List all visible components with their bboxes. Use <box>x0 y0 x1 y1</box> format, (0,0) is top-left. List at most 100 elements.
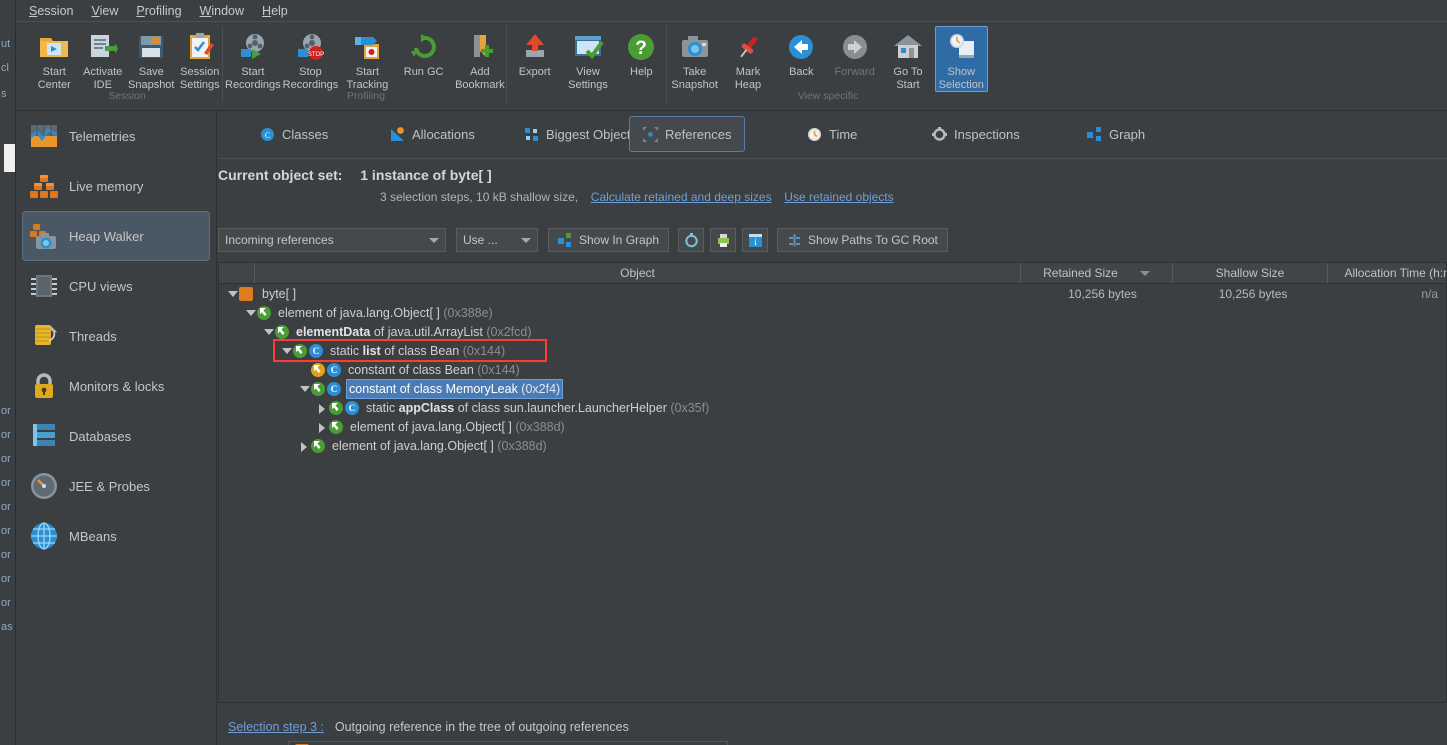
toolbar-button-activate-ide[interactable]: Activate IDE <box>79 26 128 92</box>
tree-expand-arrow-closed-icon[interactable] <box>315 401 329 415</box>
selection-step-text: Outgoing reference in the tree of outgoi… <box>334 720 629 734</box>
toolbar-button-start-tracking[interactable]: Start Tracking <box>339 26 395 92</box>
sidebar-item-mbeans[interactable]: MBeans <box>22 511 210 561</box>
tab-classes[interactable]: C Classes <box>246 116 342 152</box>
table-header-allocation-time-h-m-s[interactable]: Allocation Time (h:m:s) <box>1328 263 1447 283</box>
toolbar-button-forward[interactable]: Forward <box>828 26 881 80</box>
table-header-shallow-size[interactable]: Shallow Size <box>1173 263 1328 283</box>
table-row[interactable]: byte[ ] 10,256 bytes 10,256 bytes n/a <box>219 284 1446 303</box>
node-address: (0x144) <box>477 362 520 377</box>
tree-expand-arrow-open-icon[interactable] <box>243 306 257 320</box>
toolbar-button-mark-heap[interactable]: Mark Heap <box>721 26 774 92</box>
toolbar-button-save-snapshot[interactable]: Save Snapshot <box>127 26 176 92</box>
menu-item-help[interactable]: Help <box>253 2 297 20</box>
tab-time[interactable]: Time <box>793 116 871 152</box>
use-dropdown[interactable]: Use ... <box>456 228 538 252</box>
use-retained-objects-link[interactable]: Use retained objects <box>784 190 893 204</box>
sidebar-item-monitors-locks[interactable]: Monitors & locks <box>22 361 210 411</box>
menu-item-profiling[interactable]: Profiling <box>127 2 190 20</box>
table-row[interactable]: element of java.lang.Object[ ] (0x388e) <box>219 303 1446 322</box>
object-cell: element of java.lang.Object[ ] (0x388e) <box>219 304 962 322</box>
toolbar-button-label: Help <box>630 66 653 78</box>
menu-item-window[interactable]: Window <box>191 2 253 20</box>
print-button[interactable] <box>710 228 737 252</box>
svg-text:C: C <box>265 131 270 140</box>
sidebar-item-jee-probes[interactable]: JEE & Probes <box>22 461 210 511</box>
toolbar-button-show-selection[interactable]: Show Selection <box>934 26 988 92</box>
home-icon <box>892 31 924 63</box>
allocations-icon <box>390 126 405 142</box>
tab-inspections[interactable]: Inspections <box>918 116 1034 152</box>
tab-references[interactable]: References <box>629 116 746 152</box>
toolbar-button-stop-recordings[interactable]: STOP Stop Recordings <box>282 26 340 92</box>
toolbar-separator <box>222 26 223 102</box>
tree-expand-arrow-open-icon[interactable] <box>225 287 239 301</box>
chevron-down-icon <box>429 237 439 243</box>
table-header-retained-size[interactable]: Retained Size <box>1021 263 1173 283</box>
sidebar-item-heap-walker[interactable]: Heap Walker <box>22 211 210 261</box>
sidebar-item-live-memory[interactable]: Live memory <box>22 161 210 211</box>
table-row[interactable]: elementData of java.util.ArrayList (0x2f… <box>219 322 1446 341</box>
toolbar-button-back[interactable]: Back <box>775 26 828 80</box>
tree-expand-arrow-open-icon[interactable] <box>261 325 275 339</box>
background-white-box <box>4 144 15 172</box>
menu-item-session[interactable]: Session <box>20 2 82 20</box>
table-row[interactable]: element of java.lang.Object[ ] (0x388d) <box>219 436 1446 455</box>
sidebar-item-cpu-views[interactable]: CPU views <box>22 261 210 311</box>
show-in-graph-button[interactable]: Show In Graph <box>548 228 670 252</box>
table-row[interactable]: Cconstant of class Bean (0x144) <box>219 360 1446 379</box>
ref-green-icon <box>311 381 325 396</box>
cpu-views-icon <box>27 269 61 303</box>
toolbar-button-help[interactable]: ? Help <box>615 26 668 80</box>
table-row[interactable]: element of java.lang.Object[ ] (0x388d) <box>219 417 1446 436</box>
table-row[interactable]: Cconstant of class MemoryLeak (0x2f4) <box>219 378 1446 399</box>
tree-expand-arrow-closed-icon[interactable] <box>315 420 329 434</box>
node-icons <box>275 324 291 339</box>
toolbar-button-session-settings[interactable]: Session Settings <box>176 26 225 92</box>
toolbar-button-take-snapshot[interactable]: Take Snapshot <box>668 26 721 92</box>
toolbar-button-go-to-start[interactable]: Go To Start <box>881 26 934 92</box>
sidebar-item-threads[interactable]: Threads <box>22 311 210 361</box>
tree-expand-arrow-closed-icon[interactable] <box>297 439 311 453</box>
node-label: elementData of java.util.ArrayList (0x2f… <box>291 323 532 341</box>
table-row[interactable]: Cstatic list of class Bean (0x144) <box>219 341 1446 360</box>
toolbar-button-label: Activate IDE <box>83 66 123 91</box>
menu-item-view[interactable]: View <box>82 2 127 20</box>
toolbar-button-run-gc[interactable]: Run GC <box>396 26 452 80</box>
table-header-object[interactable]: Object <box>255 263 1021 283</box>
selection-step-line: Selection step 3 : Outgoing reference in… <box>218 711 1447 734</box>
tab-graph[interactable]: Graph <box>1073 116 1159 152</box>
toolbar-group-buttons: Take Snapshot Mark Heap Back Forward Go To Star… <box>668 22 988 94</box>
table-row[interactable]: Cstatic appClass of class sun.launcher.L… <box>219 398 1446 417</box>
background-text-fragment: s <box>1 88 7 100</box>
toolbar-button-view-settings[interactable]: View Settings <box>561 26 614 92</box>
toolbar-button-start-recordings[interactable]: Start Recordings <box>224 26 282 92</box>
tree-expand-arrow-open-icon[interactable] <box>297 382 311 396</box>
node-text: elementData of java.util.ArrayList (0x2f… <box>296 324 532 339</box>
sidebar-item-label: Telemetries <box>69 128 136 144</box>
tab-allocations[interactable]: Allocations <box>376 116 489 152</box>
background-text-fragment: ut <box>1 38 11 50</box>
selection-step-panel: Selection step 3 : Outgoing reference in… <box>218 711 1447 745</box>
info-button[interactable]: i <box>742 228 769 252</box>
sidebar-item-telemetries[interactable]: Telemetries <box>22 111 210 161</box>
sidebar-item-databases[interactable]: Databases <box>22 411 210 461</box>
show-paths-to-gc-root-button[interactable]: Show Paths To GC Root <box>777 228 948 252</box>
help-question-icon: ? <box>625 31 657 63</box>
toolbar-button-export[interactable]: Export <box>508 26 561 80</box>
toolbar-button-start-center[interactable]: Start Center <box>30 26 79 92</box>
options-button[interactable] <box>678 228 705 252</box>
sidebar-item-label: JEE & Probes <box>69 478 150 494</box>
retained-size-cell: 10,256 bytes <box>1068 286 1137 301</box>
calculate-retained-link[interactable]: Calculate retained and deep sizes <box>591 190 772 204</box>
tree-expand-arrow-open-icon[interactable] <box>279 344 293 358</box>
object-cell: Cstatic appClass of class sun.launcher.L… <box>219 399 963 417</box>
sidebar-item-label: Heap Walker <box>69 228 144 244</box>
tab-label: Biggest Objects <box>546 126 638 142</box>
toolbar-button-add-bookmark[interactable]: Add Bookmark <box>452 26 508 92</box>
selection-step-link[interactable]: Selection step 3 : <box>228 720 324 734</box>
reference-mode-select[interactable]: Incoming references <box>218 228 446 252</box>
reel-stop-icon: STOP <box>294 31 326 63</box>
sidebar-item-label: Monitors & locks <box>69 378 165 394</box>
ref-green-icon <box>329 419 343 434</box>
